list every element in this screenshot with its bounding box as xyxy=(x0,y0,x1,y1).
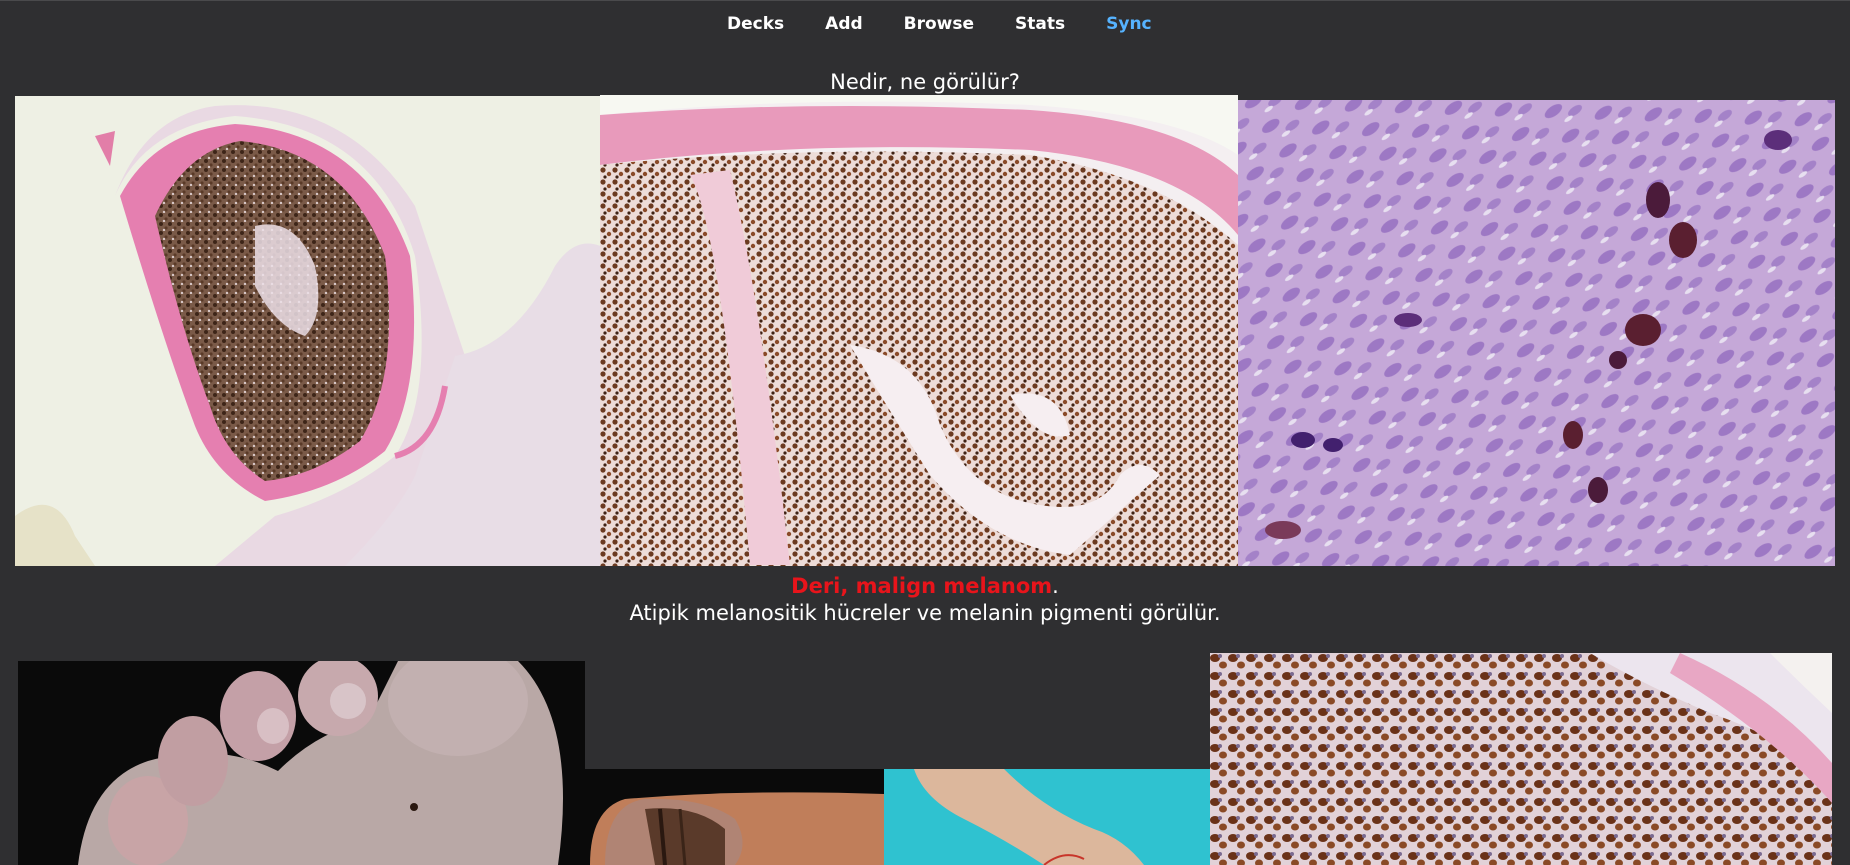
answer-diagnosis: Deri, malign melanom. xyxy=(0,572,1850,600)
nav-add[interactable]: Add xyxy=(825,13,863,35)
answer-detail: Atipik melanositik hücreler ve melanin p… xyxy=(629,601,1221,625)
review-screen: Decks Add Browse Stats Sync Nedir, ne gö… xyxy=(0,0,1850,865)
top-navigation-bar: Decks Add Browse Stats Sync xyxy=(0,0,1850,44)
clinical-leg-image xyxy=(884,769,1210,865)
histology-medium-power-image xyxy=(600,95,1238,566)
histology-high-power-image xyxy=(1238,100,1835,566)
answer-punctuation: . xyxy=(1052,574,1059,598)
nav-browse[interactable]: Browse xyxy=(904,13,974,35)
nav-stats[interactable]: Stats xyxy=(1015,13,1065,35)
card-question: Nedir, ne görülür? xyxy=(830,70,1020,94)
nav-decks[interactable]: Decks xyxy=(727,13,784,35)
clinical-foot-image xyxy=(18,661,585,865)
histology-low-power-image xyxy=(15,96,600,566)
main-nav: Decks Add Browse Stats Sync xyxy=(727,13,1193,35)
nav-sync[interactable]: Sync xyxy=(1106,13,1152,35)
answer-highlight: Deri, malign melanom xyxy=(791,574,1053,598)
histology-pigmented-cells-image xyxy=(1210,653,1832,865)
clinical-nail-image xyxy=(585,769,884,865)
